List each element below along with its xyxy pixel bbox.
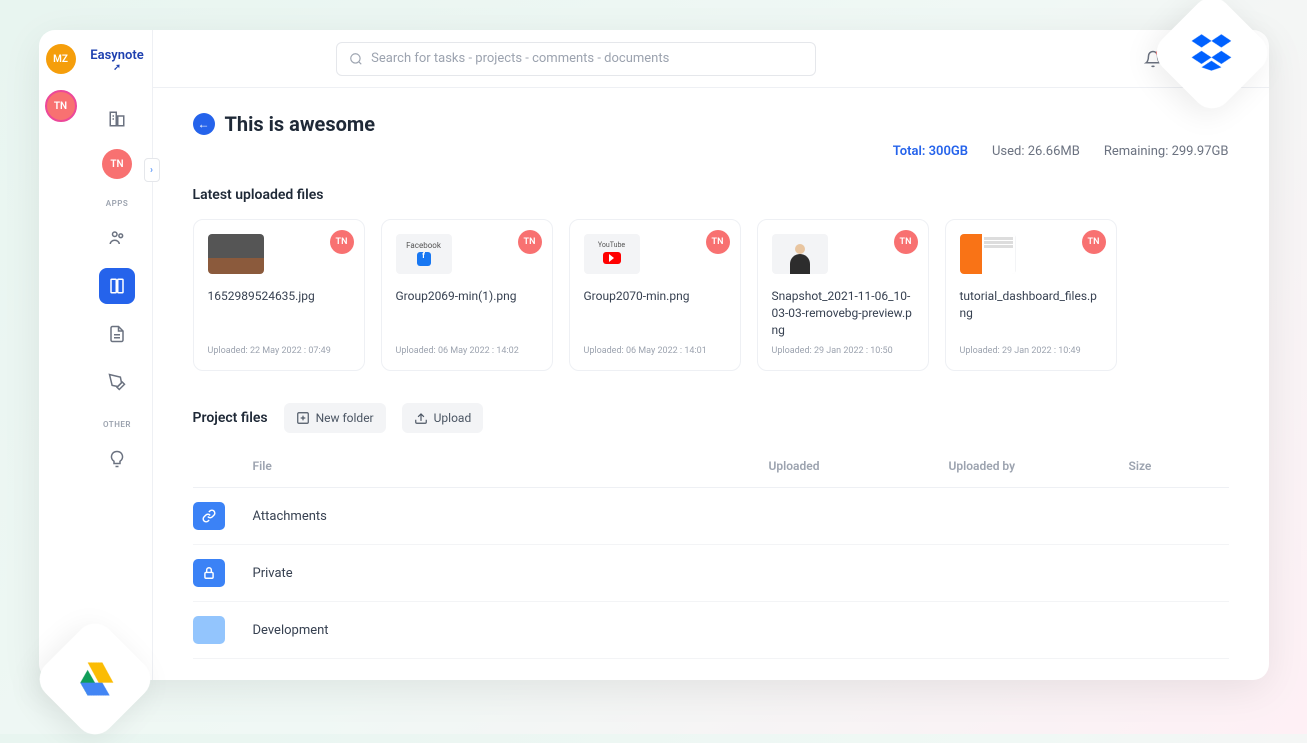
nav-sidebar: Easynote ➚ TN › APPS OTHER xyxy=(83,30,153,680)
upload-icon xyxy=(414,411,428,425)
mini-sidebar: MZ TN xyxy=(39,30,83,680)
expand-sidebar-button[interactable]: › xyxy=(144,158,160,182)
file-card[interactable]: TN tutorial_dashboard_files.png Uploaded… xyxy=(945,219,1117,371)
latest-files-title: Latest uploaded files xyxy=(193,187,1229,203)
app-window: MZ TN Easynote ➚ TN › APPS OTHER xyxy=(39,30,1269,680)
storage-total: Total: 300GB xyxy=(893,144,968,159)
search-input[interactable]: Search for tasks - projects - comments -… xyxy=(336,42,816,76)
google-drive-icon xyxy=(73,657,117,701)
project-files-header: Project files New folder Upload xyxy=(193,403,1229,433)
file-card[interactable]: TN 1652989524635.jpg Uploaded: 22 May 20… xyxy=(193,219,365,371)
workspace-avatar-mz[interactable]: MZ xyxy=(46,44,76,74)
col-file: File xyxy=(253,459,769,473)
uploader-badge: TN xyxy=(518,230,542,254)
new-folder-icon xyxy=(296,411,310,425)
file-card[interactable]: TN Snapshot_2021-11-06_10-03-03-removebg… xyxy=(757,219,929,371)
nav-people-icon[interactable] xyxy=(99,220,135,256)
col-uploaded-by: Uploaded by xyxy=(949,459,1129,473)
uploader-badge: TN xyxy=(894,230,918,254)
logo-text: Easynote xyxy=(90,48,143,63)
uploader-badge: TN xyxy=(706,230,730,254)
file-name: Group2069-min(1).png xyxy=(396,288,538,338)
col-size: Size xyxy=(1129,459,1229,473)
file-uploaded-date: Uploaded: 06 May 2022 : 14:01 xyxy=(584,346,726,356)
folder-name: Development xyxy=(253,623,769,638)
file-card[interactable]: TN Facebookf Group2069-min(1).png Upload… xyxy=(381,219,553,371)
nav-document-icon[interactable] xyxy=(99,316,135,352)
nav-other-label: OTHER xyxy=(103,420,131,429)
new-folder-label: New folder xyxy=(316,411,374,425)
file-name: Snapshot_2021-11-06_10-03-03-removebg-pr… xyxy=(772,288,914,338)
content-area: ← This is awesome Total: 300GB Used: 26.… xyxy=(153,88,1269,680)
file-uploaded-date: Uploaded: 22 May 2022 : 07:49 xyxy=(208,346,350,356)
col-uploaded: Uploaded xyxy=(769,459,949,473)
file-uploaded-date: Uploaded: 06 May 2022 : 14:02 xyxy=(396,346,538,356)
folder-icon xyxy=(193,559,225,587)
dropbox-icon xyxy=(1190,31,1234,75)
file-table: File Uploaded Uploaded by Size Attachmen… xyxy=(193,451,1229,659)
table-row[interactable]: Private xyxy=(193,545,1229,602)
nav-apps-label: APPS xyxy=(106,199,129,208)
file-card[interactable]: TN YouTube Group2070-min.png Uploaded: 0… xyxy=(569,219,741,371)
file-name: Group2070-min.png xyxy=(584,288,726,338)
folder-icon xyxy=(193,616,225,644)
storage-used: Used: 26.66MB xyxy=(992,144,1080,159)
nav-files-icon[interactable] xyxy=(99,268,135,304)
file-thumbnail xyxy=(772,234,828,274)
upload-button[interactable]: Upload xyxy=(402,403,484,433)
search-placeholder: Search for tasks - projects - comments -… xyxy=(371,51,669,66)
storage-remaining: Remaining: 299.97GB xyxy=(1104,144,1229,159)
top-bar: Search for tasks - projects - comments -… xyxy=(153,30,1269,88)
nav-building-icon[interactable] xyxy=(99,101,135,137)
back-button[interactable]: ← xyxy=(193,113,215,135)
folder-name: Private xyxy=(253,566,769,581)
file-cards-row: TN 1652989524635.jpg Uploaded: 22 May 20… xyxy=(193,219,1229,371)
file-name: 1652989524635.jpg xyxy=(208,288,350,338)
file-uploaded-date: Uploaded: 29 Jan 2022 : 10:50 xyxy=(772,346,914,356)
main-content: Search for tasks - projects - comments -… xyxy=(153,30,1269,680)
new-folder-button[interactable]: New folder xyxy=(284,403,386,433)
file-thumbnail: Facebookf xyxy=(396,234,452,274)
file-thumbnail: YouTube xyxy=(584,234,640,274)
nav-pen-icon[interactable] xyxy=(99,364,135,400)
file-name: tutorial_dashboard_files.png xyxy=(960,288,1102,338)
project-files-title: Project files xyxy=(193,410,268,426)
table-row[interactable]: Development xyxy=(193,602,1229,659)
folder-name: Attachments xyxy=(253,509,769,524)
file-thumbnail xyxy=(960,234,1016,274)
folder-icon xyxy=(193,502,225,530)
page-header: ← This is awesome xyxy=(193,112,1229,136)
nav-user-avatar[interactable]: TN xyxy=(102,149,132,179)
table-header: File Uploaded Uploaded by Size xyxy=(193,451,1229,488)
uploader-badge: TN xyxy=(330,230,354,254)
file-uploaded-date: Uploaded: 29 Jan 2022 : 10:49 xyxy=(960,346,1102,356)
file-thumbnail xyxy=(208,234,264,274)
logo-arrow-icon: ➚ xyxy=(90,63,143,73)
uploader-badge: TN xyxy=(1082,230,1106,254)
logo[interactable]: Easynote ➚ xyxy=(90,48,143,73)
nav-bulb-icon[interactable] xyxy=(99,441,135,477)
page-title: This is awesome xyxy=(225,112,376,136)
upload-label: Upload xyxy=(434,411,472,425)
storage-info: Total: 300GB Used: 26.66MB Remaining: 29… xyxy=(193,144,1229,159)
workspace-avatar-tn[interactable]: TN xyxy=(45,90,77,122)
table-row[interactable]: Attachments xyxy=(193,488,1229,545)
search-icon xyxy=(349,52,363,66)
